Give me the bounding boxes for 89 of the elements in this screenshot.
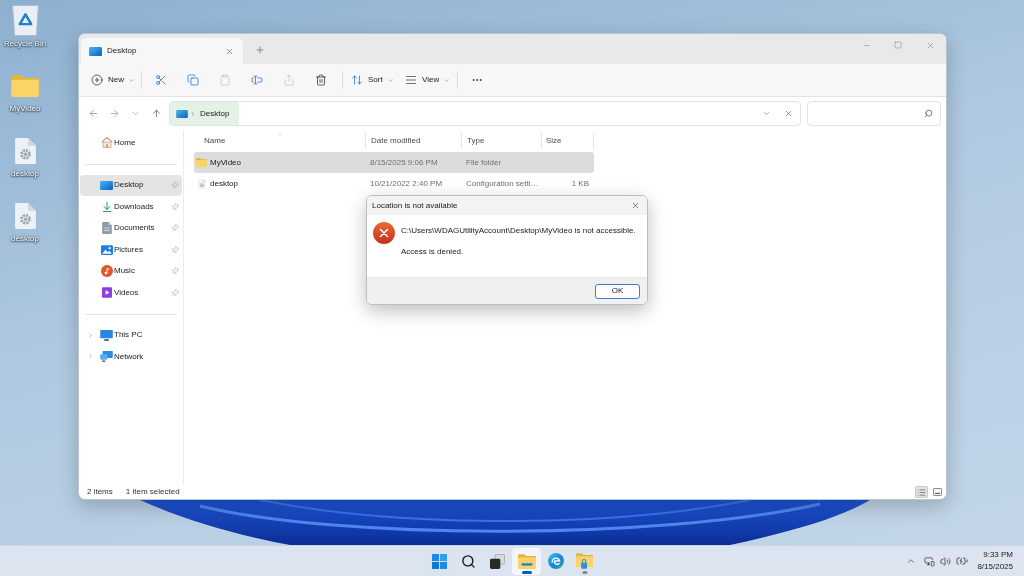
maximize-icon [894, 41, 902, 49]
nav-item[interactable]: Pictures [80, 239, 182, 261]
dialog-detail: Access is denied. [401, 247, 465, 257]
file-type: Configuration setti… [466, 178, 539, 188]
close-icon [783, 109, 793, 118]
gear-file-icon [197, 178, 206, 189]
up-down-arrows-icon [351, 74, 363, 86]
folder-icon [11, 74, 39, 97]
overlapping-squares-icon[interactable] [490, 553, 505, 569]
plus-circle-icon [91, 74, 103, 86]
caret-icon [386, 76, 394, 84]
clock-date[interactable]: 8/15/2025 [977, 561, 1013, 573]
nav-item[interactable]: This PC [80, 324, 182, 346]
battery-charging-icon[interactable] [956, 555, 969, 567]
monitor-icon [100, 329, 113, 341]
speaker-icon[interactable] [940, 555, 952, 567]
gear-file-icon [14, 137, 36, 164]
desktop-icon [176, 109, 188, 118]
folder-icon [196, 158, 207, 167]
dialog-title: Location is not available [372, 199, 458, 212]
nav-item[interactable]: Videos [80, 282, 182, 304]
chevron-down-icon [130, 109, 140, 118]
column-header[interactable]: Date modified [365, 132, 461, 149]
file-row[interactable]: MyVideo 8/15/2025 9:06 PM File folder [194, 152, 594, 173]
chevron-down-icon [761, 109, 771, 118]
clock-time[interactable]: 9:33 PM [983, 549, 1013, 561]
swirl-circle-icon[interactable] [547, 553, 564, 569]
folder-icon[interactable] [517, 553, 536, 569]
list-icon [917, 487, 926, 497]
music-note-icon [100, 265, 113, 278]
file-type: File folder [466, 157, 502, 167]
monitor-device-icon[interactable] [924, 555, 936, 567]
nav-item[interactable]: Downloads [80, 196, 182, 218]
item-count: 2 items [87, 486, 113, 498]
video-play-icon [101, 287, 112, 299]
lines-icon [405, 74, 417, 86]
address-bar[interactable]: Desktop [169, 101, 801, 126]
dialog-message: C:\Users\WDAGUtilityAccount\Desktop\MyVideo is not accessible. [401, 226, 636, 236]
house-icon [100, 137, 113, 149]
file-size: 1 KB [571, 177, 589, 190]
new-button[interactable]: New [87, 67, 137, 93]
chevron-up-icon[interactable] [906, 556, 917, 566]
picture-icon [100, 244, 113, 255]
arrow-left-icon [87, 108, 99, 119]
modified-date: 8/15/2025 9:06 PM [370, 157, 438, 167]
nav-item[interactable]: Desktop [80, 174, 182, 196]
modified-date: 10/21/2022 2:40 PM [370, 178, 443, 188]
search-icon [924, 109, 933, 118]
tiles-view-button[interactable] [931, 486, 944, 498]
column-header[interactable]: Type [461, 132, 541, 149]
caret-icon [128, 76, 135, 84]
column-header[interactable]: Size [541, 132, 594, 149]
file-name: desktop [210, 177, 239, 190]
close-icon [630, 201, 640, 210]
document-icon [101, 222, 112, 235]
arrow-up-icon [150, 108, 162, 119]
four-squares-icon[interactable] [432, 553, 447, 569]
search-field[interactable] [807, 101, 941, 126]
nav-item[interactable]: Home [80, 132, 182, 154]
tab[interactable]: Desktop [81, 38, 243, 64]
nav-item[interactable]: Network [80, 346, 182, 368]
dialog-button[interactable]: OK [595, 283, 640, 299]
file-name: MyVideo [210, 156, 241, 169]
caret-icon [443, 76, 451, 84]
recycle-bin-icon [11, 5, 39, 36]
close-icon [925, 40, 935, 50]
search-icon[interactable] [461, 553, 476, 569]
file-row[interactable]: desktop 10/21/2022 2:40 PM Configuration setti… 1 KB [194, 173, 594, 194]
taskbar-button[interactable] [512, 547, 541, 575]
chevron-right-icon [190, 110, 196, 117]
error-icon [373, 222, 395, 244]
nav-item[interactable]: Documents [80, 217, 182, 239]
sort-button[interactable]: Sort [347, 67, 397, 93]
column-header[interactable]: Name [194, 132, 365, 149]
folder-lock-icon[interactable] [576, 553, 593, 569]
gear-file-icon [14, 202, 36, 229]
plus-icon [255, 45, 265, 55]
selection-count: 1 item selected [125, 486, 180, 498]
desktop-icon [100, 180, 113, 190]
arrow-right-icon [108, 108, 120, 119]
network-icon [100, 351, 113, 363]
nav-item[interactable]: Music [80, 260, 182, 282]
breadcrumb-button[interactable]: Desktop [170, 102, 240, 125]
close-icon [224, 46, 234, 56]
download-icon [100, 200, 113, 213]
details-view-button[interactable] [915, 486, 928, 498]
desktop-icon [89, 46, 102, 56]
view-button[interactable]: View [401, 67, 453, 93]
window-icon [933, 488, 942, 496]
